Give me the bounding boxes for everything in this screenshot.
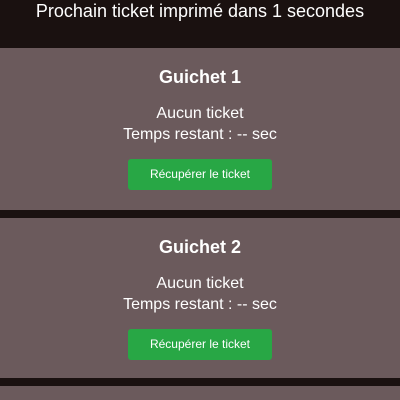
retrieve-ticket-button[interactable]: Récupérer le ticket — [128, 329, 272, 360]
remaining-time: Temps restant : -- sec — [123, 126, 277, 143]
counter-title: Guichet 2 — [158, 237, 242, 257]
counter-panel-2: Guichet 2 Aucun ticket Temps restant : -… — [0, 218, 400, 378]
next-ticket-message: Prochain ticket imprimé dans 1 secondes — [35, 1, 365, 21]
counter-panel-1: Guichet 1 Aucun ticket Temps restant : -… — [0, 48, 400, 210]
retrieve-ticket-button[interactable]: Récupérer le ticket — [128, 159, 272, 190]
ticket-status: Aucun ticket — [156, 105, 244, 122]
counter-title: Guichet 1 — [158, 67, 242, 87]
header: Prochain ticket imprimé dans 1 secondes — [0, 0, 400, 48]
page: Prochain ticket imprimé dans 1 secondes … — [0, 0, 400, 400]
ticket-status: Aucun ticket — [156, 275, 244, 292]
counter-panel-3-partial — [0, 386, 400, 400]
remaining-time: Temps restant : -- sec — [123, 296, 277, 313]
